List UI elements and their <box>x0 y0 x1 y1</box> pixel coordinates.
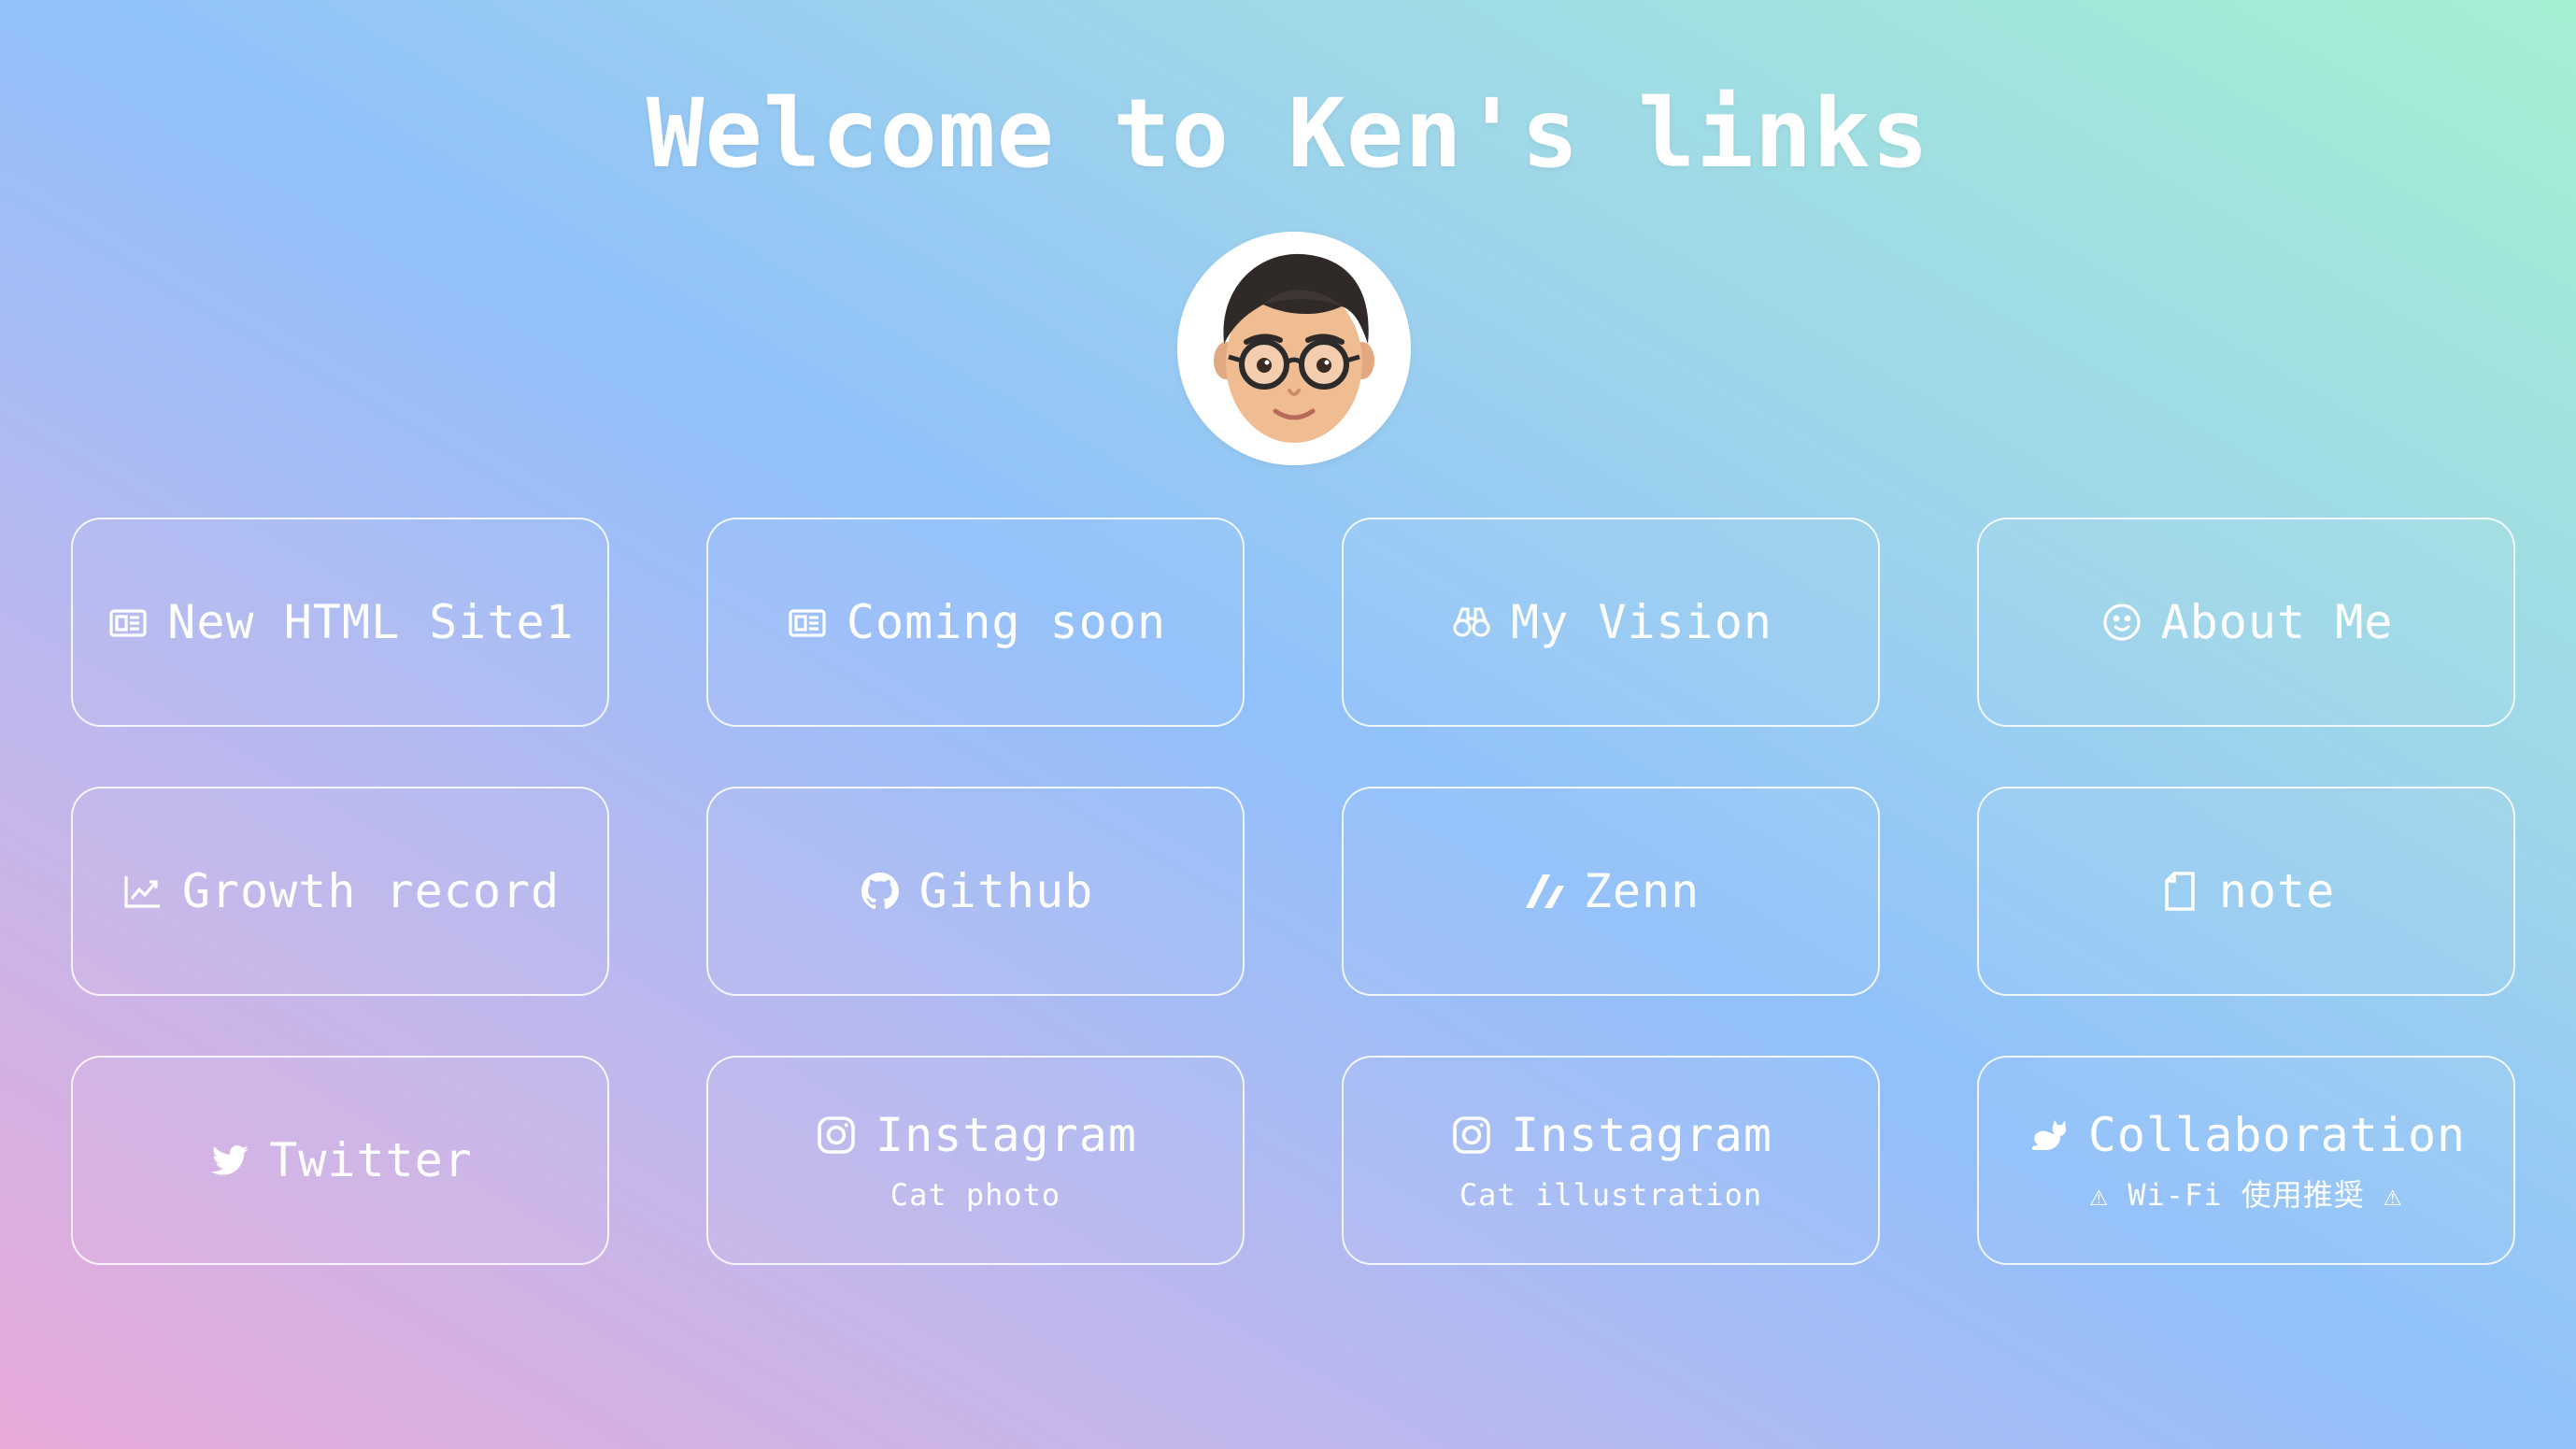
link-card-collaboration[interactable]: Collaboration ⚠ Wi-Fi 使用推奨 ⚠ <box>1977 1056 2515 1265</box>
smile-icon <box>2099 600 2144 645</box>
link-label: note <box>2218 864 2336 918</box>
page-title: Welcome to Ken's links <box>646 78 1929 190</box>
link-card-new-html-site1[interactable]: New HTML Site1 <box>71 518 609 727</box>
link-label: Growth record <box>181 864 561 918</box>
link-label: Coming soon <box>846 595 1167 649</box>
avatar <box>1177 232 1411 465</box>
link-card-github[interactable]: Github <box>706 787 1245 996</box>
link-card-my-vision[interactable]: My Vision <box>1342 518 1880 727</box>
link-label: Twitter <box>269 1133 473 1187</box>
instagram-icon <box>1449 1113 1494 1158</box>
links-grid: New HTML Site1 Coming soon My Vision Abo… <box>71 518 2515 1265</box>
link-sublabel: Cat illustration <box>1459 1177 1763 1213</box>
link-sublabel: Cat photo <box>890 1177 1061 1213</box>
link-label: New HTML Site1 <box>167 595 575 649</box>
link-card-instagram-cat-illustration[interactable]: Instagram Cat illustration <box>1342 1056 1880 1265</box>
link-card-coming-soon[interactable]: Coming soon <box>706 518 1245 727</box>
newspaper-icon <box>785 600 830 645</box>
link-label: Zenn <box>1583 864 1701 918</box>
link-label: My Vision <box>1511 595 1772 649</box>
link-label: Instagram <box>1511 1108 1772 1162</box>
link-card-note[interactable]: note <box>1977 787 2515 996</box>
link-card-about-me[interactable]: About Me <box>1977 518 2515 727</box>
zenn-icon <box>1522 869 1567 914</box>
link-card-instagram-cat-photo[interactable]: Instagram Cat photo <box>706 1056 1245 1265</box>
link-label: Github <box>918 864 1094 918</box>
link-label: About Me <box>2160 595 2394 649</box>
memoji-avatar-image <box>1177 232 1411 465</box>
newspaper-icon <box>106 600 150 645</box>
link-label: Instagram <box>875 1108 1137 1162</box>
link-sublabel: ⚠ Wi-Fi 使用推奨 ⚠ <box>2089 1177 2403 1213</box>
instagram-icon <box>814 1113 859 1158</box>
note-icon <box>2157 869 2202 914</box>
link-card-growth-record[interactable]: Growth record <box>71 787 609 996</box>
github-icon <box>858 869 903 914</box>
twitter-icon <box>207 1138 252 1183</box>
link-card-zenn[interactable]: Zenn <box>1342 787 1880 996</box>
link-label: Collaboration <box>2087 1108 2467 1162</box>
link-card-twitter[interactable]: Twitter <box>71 1056 609 1265</box>
chart-line-icon <box>121 869 165 914</box>
cat-icon <box>2027 1113 2071 1158</box>
binoculars-icon <box>1449 600 1494 645</box>
